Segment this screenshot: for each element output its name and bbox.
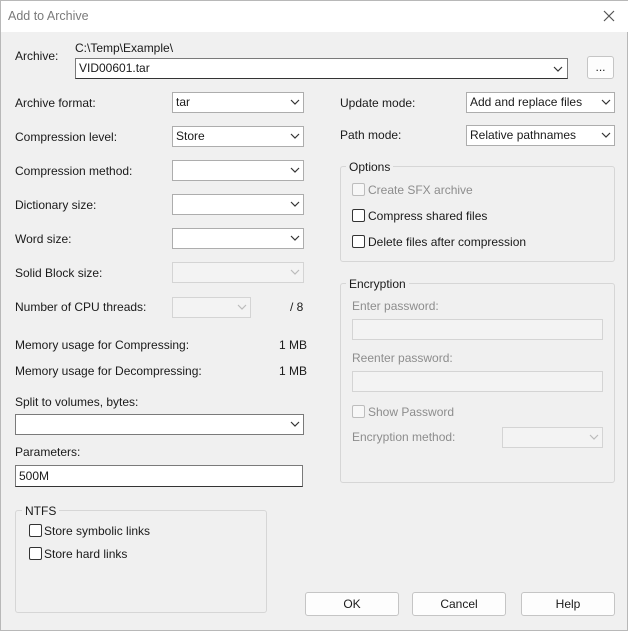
close-icon — [603, 10, 615, 22]
archive-format-label: Archive format: — [15, 96, 96, 110]
archive-format-select[interactable]: tar — [172, 92, 304, 113]
dictionary-size-select[interactable] — [172, 194, 304, 215]
mem-compress-label: Memory usage for Compressing: — [15, 338, 190, 352]
compression-level-select[interactable]: Store — [172, 126, 304, 147]
ok-button[interactable]: OK — [305, 592, 399, 616]
create-sfx-checkbox[interactable] — [352, 183, 365, 196]
chevron-down-icon — [290, 133, 300, 139]
chevron-down-icon — [290, 99, 300, 105]
compression-level-value: Store — [176, 129, 205, 143]
browse-button-label: ... — [595, 60, 606, 74]
delete-after-label: Delete files after compression — [368, 235, 527, 249]
enter-password-label: Enter password: — [352, 299, 439, 313]
update-mode-value: Add and replace files — [470, 95, 583, 109]
chevron-down-icon — [290, 269, 300, 275]
delete-after-checkbox[interactable] — [352, 235, 365, 248]
archive-filename-combo[interactable]: VID00601.tar — [75, 58, 568, 79]
window-title: Add to Archive — [8, 9, 89, 23]
browse-button[interactable]: ... — [587, 56, 614, 79]
archive-path: C:\Temp\Example\ — [75, 41, 174, 55]
help-button-label: Help — [555, 597, 581, 611]
compression-level-label: Compression level: — [15, 130, 118, 144]
create-sfx-label: Create SFX archive — [368, 183, 473, 197]
split-volumes-combo[interactable] — [15, 414, 304, 435]
cancel-button[interactable]: Cancel — [412, 592, 506, 616]
options-group-title: Options — [346, 160, 394, 174]
chevron-down-icon — [589, 434, 599, 440]
cancel-button-label: Cancel — [440, 597, 478, 611]
solid-block-size-label: Solid Block size: — [15, 266, 103, 280]
compress-shared-checkbox[interactable] — [352, 209, 365, 222]
chevron-down-icon — [601, 99, 611, 105]
compression-method-label: Compression method: — [15, 164, 133, 178]
ok-button-label: OK — [343, 597, 361, 611]
parameters-value: 500M — [19, 469, 50, 483]
cpu-threads-select[interactable] — [172, 297, 251, 318]
chevron-down-icon — [290, 421, 300, 427]
path-mode-label: Path mode: — [340, 128, 402, 142]
split-volumes-label: Split to volumes, bytes: — [15, 395, 139, 409]
compression-method-select[interactable] — [172, 160, 304, 181]
update-mode-label: Update mode: — [340, 96, 416, 110]
encryption-group-title: Encryption — [346, 277, 409, 291]
reenter-password-label: Reenter password: — [352, 351, 453, 365]
chevron-down-icon — [553, 66, 563, 72]
archive-format-value: tar — [176, 95, 191, 109]
parameters-input[interactable]: 500M — [15, 465, 303, 487]
store-symlinks-checkbox[interactable] — [29, 524, 42, 537]
chevron-down-icon — [237, 304, 247, 310]
update-mode-select[interactable]: Add and replace files — [466, 92, 615, 113]
compress-shared-label: Compress shared files — [368, 209, 488, 223]
dictionary-size-label: Dictionary size: — [15, 198, 97, 212]
title-bar: Add to Archive — [1, 1, 629, 32]
add-to-archive-dialog: Add to Archive Archive: C:\Temp\Example\… — [0, 0, 629, 631]
archive-label: Archive: — [15, 49, 59, 63]
path-mode-value: Relative pathnames — [470, 128, 577, 142]
store-hardlinks-checkbox[interactable] — [29, 547, 42, 560]
store-hardlinks-label: Store hard links — [44, 547, 128, 561]
close-button[interactable] — [595, 3, 623, 29]
mem-decompress-value: 1 MB — [279, 364, 308, 378]
chevron-down-icon — [290, 235, 300, 241]
chevron-down-icon — [290, 167, 300, 173]
chevron-down-icon — [601, 132, 611, 138]
show-password-checkbox[interactable] — [352, 405, 365, 418]
encryption-method-select[interactable] — [502, 427, 603, 448]
word-size-select[interactable] — [172, 228, 304, 249]
word-size-label: Word size: — [15, 232, 72, 246]
store-symlinks-label: Store symbolic links — [44, 524, 151, 538]
reenter-password-input[interactable] — [352, 371, 603, 392]
parameters-label: Parameters: — [15, 445, 81, 459]
ntfs-group-title: NTFS — [22, 504, 60, 518]
mem-compress-value: 1 MB — [279, 338, 308, 352]
enter-password-input[interactable] — [352, 319, 603, 340]
chevron-down-icon — [290, 201, 300, 207]
show-password-label: Show Password — [368, 405, 455, 419]
path-mode-select[interactable]: Relative pathnames — [466, 125, 615, 146]
cpu-threads-label: Number of CPU threads: — [15, 300, 147, 314]
mem-decompress-label: Memory usage for Decompressing: — [15, 364, 202, 378]
cpu-threads-total: / 8 — [290, 300, 304, 314]
encryption-method-label: Encryption method: — [352, 430, 456, 444]
archive-filename-value: VID00601.tar — [79, 61, 150, 75]
solid-block-size-select[interactable] — [172, 262, 304, 283]
help-button[interactable]: Help — [521, 592, 615, 616]
